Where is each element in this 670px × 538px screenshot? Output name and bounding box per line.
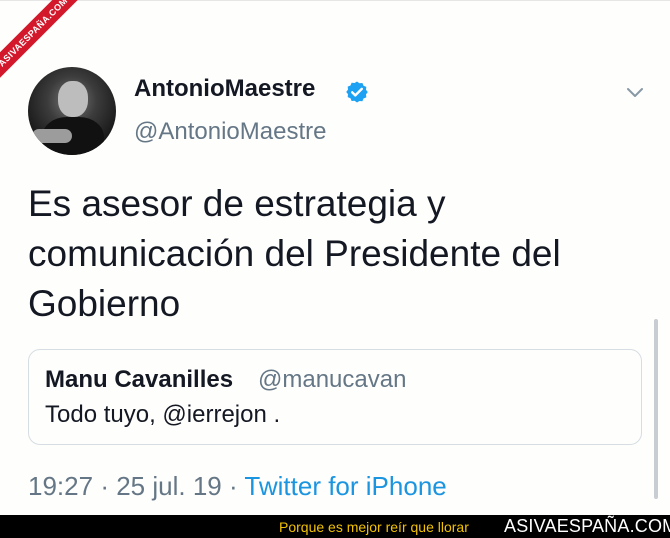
avatar-head: [58, 81, 88, 117]
footer-slogan: Porque es mejor reír que llorar: [279, 519, 469, 535]
tweet-date[interactable]: 25 jul. 19: [116, 471, 222, 501]
quoted-author-handle: @manucavan: [258, 366, 407, 393]
chevron-down-icon[interactable]: [624, 81, 646, 103]
tweet-meta: 19:27 · 25 jul. 19 · Twitter for iPhone: [28, 471, 447, 502]
quoted-author-name: Manu Cavanilles: [45, 366, 234, 393]
tweet-source-link[interactable]: Twitter for iPhone: [244, 471, 446, 501]
meta-separator: ·: [100, 471, 109, 501]
avatar[interactable]: [28, 67, 116, 155]
author-handle[interactable]: @AntonioMaestre: [134, 118, 326, 146]
footer-brand: ASIVAESPAÑA.COM: [504, 516, 670, 536]
meta-separator: ·: [228, 471, 238, 501]
screenshot-frame: ASIVAESPAÑA.COM AntonioMaestre @AntonioM…: [0, 0, 670, 538]
scrollbar[interactable]: [654, 319, 658, 499]
verified-badge-icon: [346, 81, 368, 103]
avatar-arm: [32, 129, 72, 143]
quoted-tweet[interactable]: Manu Cavanilles @manucavan Todo tuyo, @i…: [28, 349, 642, 445]
tweet-card: ASIVAESPAÑA.COM AntonioMaestre @AntonioM…: [0, 0, 670, 516]
tweet-text: Es asesor de estrategia y comunicación d…: [28, 183, 561, 324]
footer-bar: Porque es mejor reír que llorar ASIVAESP…: [0, 515, 670, 538]
author-display-name[interactable]: AntonioMaestre: [134, 75, 315, 103]
tweet-time[interactable]: 19:27: [28, 471, 93, 501]
quoted-tweet-text: Todo tuyo, @ierrejon .: [45, 401, 281, 428]
